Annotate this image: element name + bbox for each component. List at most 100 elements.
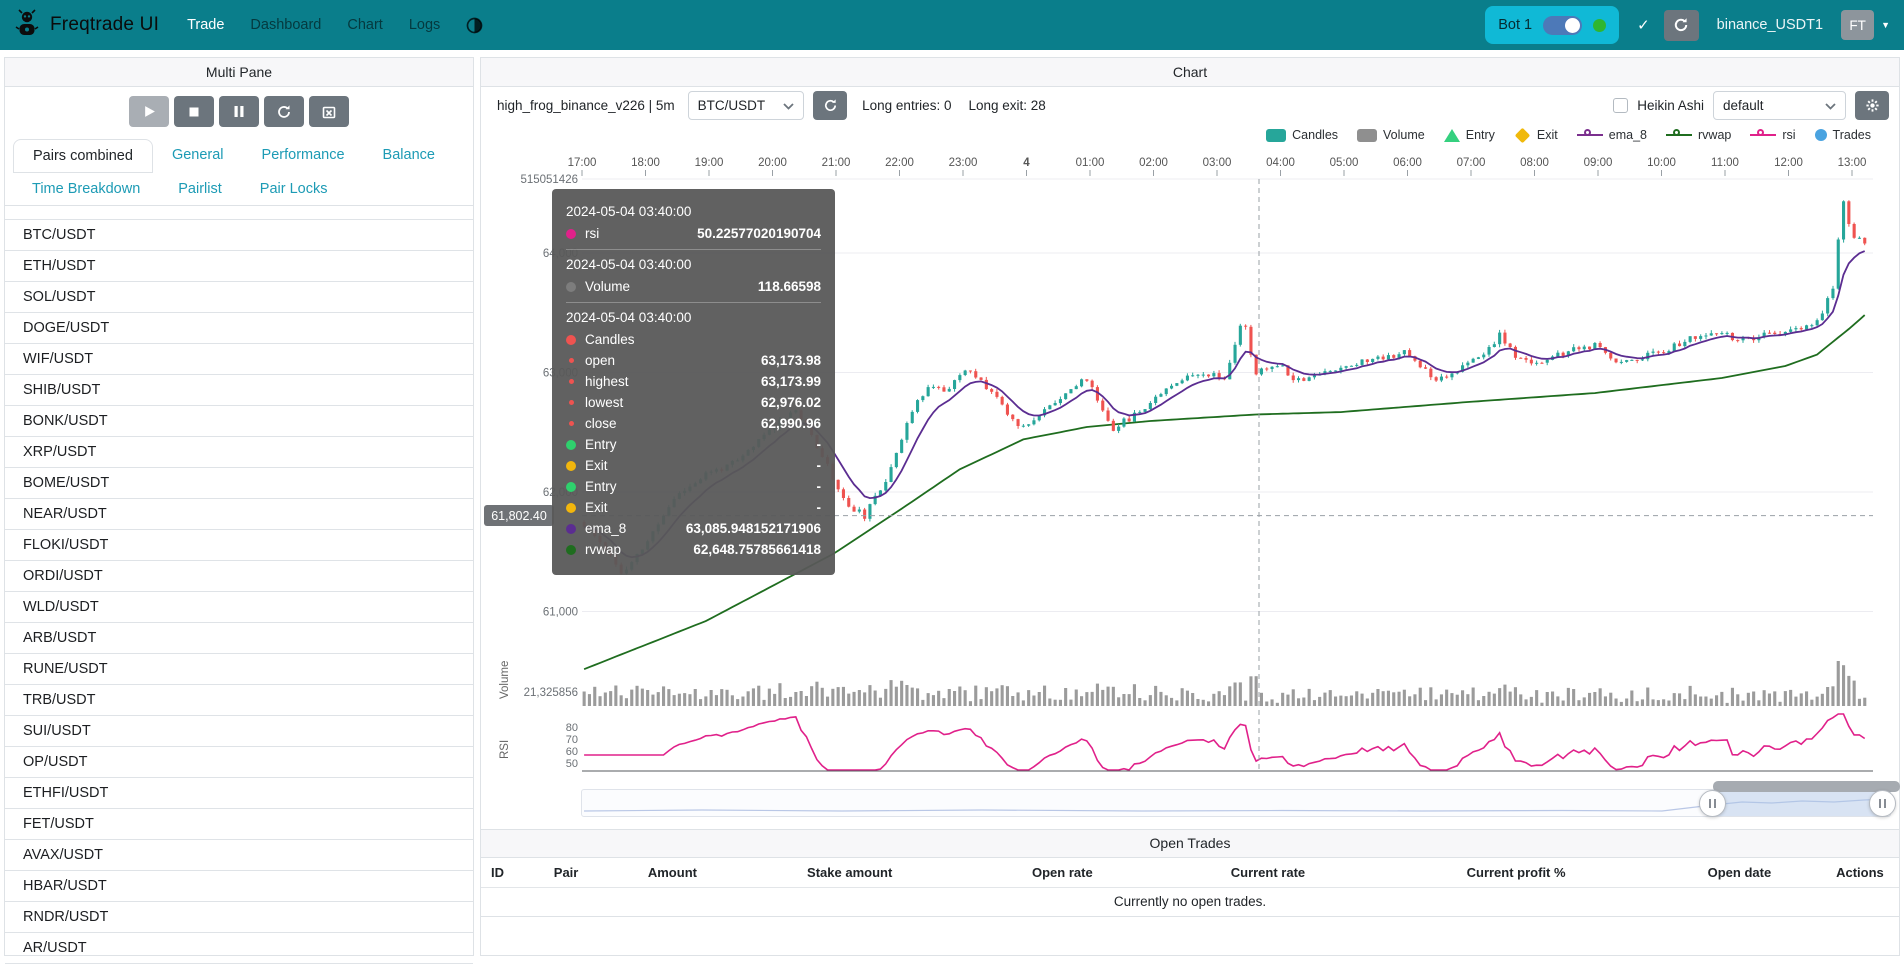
legend-item-ema_8[interactable]: ema_8 — [1577, 128, 1647, 142]
column-header-actions: Actions — [1821, 865, 1899, 880]
datazoom-right-handle[interactable] — [1869, 790, 1896, 817]
pair-list-item[interactable]: ARB/USDT — [5, 623, 473, 654]
multi-pane-panel: Multi Pane Pairs combinedGeneralPerforma… — [4, 57, 474, 956]
pair-select[interactable]: BTC/USDT — [688, 91, 805, 120]
open-trades-column-headers: IDPairAmountStake amountOpen rateCurrent… — [481, 858, 1899, 888]
pair-list-item[interactable]: RUNE/USDT — [5, 654, 473, 685]
tab-performance[interactable]: Performance — [243, 139, 364, 173]
open-trades-title: Open Trades — [481, 830, 1899, 858]
pair-list-item[interactable]: ORDI/USDT — [5, 561, 473, 592]
svg-text:02:00: 02:00 — [1139, 157, 1168, 169]
svg-text:515051426: 515051426 — [520, 174, 578, 186]
tab-general[interactable]: General — [153, 139, 243, 173]
tab-pairlist[interactable]: Pairlist — [159, 173, 241, 205]
pair-list-item[interactable]: FLOKI/USDT — [5, 530, 473, 561]
chevron-down-icon[interactable]: ▼ — [1881, 20, 1890, 30]
pair-list-item[interactable]: XRP/USDT — [5, 437, 473, 468]
svg-text:04:00: 04:00 — [1266, 157, 1295, 169]
pair-list-item[interactable]: WLD/USDT — [5, 592, 473, 623]
legend-label: Trades — [1833, 128, 1871, 142]
series-color-dot — [566, 482, 576, 492]
multi-pane-title: Multi Pane — [5, 58, 473, 87]
plot-settings-gear-button[interactable] — [1855, 91, 1889, 120]
tooltip-row-volume: Volume118.66598 — [566, 276, 821, 297]
nav-link-logs[interactable]: Logs — [409, 17, 440, 33]
strategy-timeframe-label: high_frog_binance_v226 | 5m — [497, 98, 675, 113]
legend-item-volume[interactable]: Volume — [1357, 128, 1425, 142]
pair-list-item[interactable]: HBAR/USDT — [5, 871, 473, 902]
theme-toggle-icon[interactable] — [466, 17, 483, 34]
heikin-ashi-checkbox[interactable] — [1613, 98, 1628, 113]
plot-config-select[interactable]: default — [1713, 91, 1846, 120]
start-bot-button[interactable] — [129, 96, 169, 127]
pair-list-item[interactable]: AVAX/USDT — [5, 840, 473, 871]
chevron-down-icon — [1825, 98, 1836, 113]
legend-item-candles[interactable]: Candles — [1266, 128, 1338, 142]
cancel-open-orders-button[interactable] — [309, 96, 349, 127]
pair-list-item[interactable]: BTC/USDT — [5, 220, 473, 251]
chevron-down-icon — [783, 98, 794, 113]
current-price-badge: 61,802.40 — [484, 505, 554, 526]
tooltip-timestamp: 2024-05-04 03:40:00 — [566, 204, 821, 219]
svg-text:22:00: 22:00 — [885, 157, 914, 169]
datazoom-slider[interactable] — [581, 789, 1891, 817]
pair-list-item[interactable]: NEAR/USDT — [5, 499, 473, 530]
bot-running-toggle[interactable] — [1543, 16, 1582, 35]
multi-pane-tabs: Pairs combinedGeneralPerformanceBalance T… — [5, 131, 473, 206]
datazoom-selected-window[interactable] — [1713, 790, 1883, 816]
chart-panel-title: Chart — [481, 58, 1899, 87]
legend-item-rsi[interactable]: rsi — [1750, 128, 1795, 142]
column-header-current-rate: Current rate — [1162, 865, 1375, 880]
nav-link-chart[interactable]: Chart — [347, 17, 382, 33]
volume-legend-swatch — [1357, 129, 1377, 142]
svg-text:4: 4 — [1023, 157, 1030, 169]
tab-balance[interactable]: Balance — [364, 139, 454, 173]
legend-item-exit[interactable]: Exit — [1514, 128, 1558, 142]
pair-list-item[interactable]: SUI/USDT — [5, 716, 473, 747]
pair-list-item[interactable]: DOGE/USDT — [5, 313, 473, 344]
pair-list-item[interactable]: WIF/USDT — [5, 344, 473, 375]
pair-list-item[interactable]: SHIB/USDT — [5, 375, 473, 406]
pause-bot-button[interactable] — [219, 96, 259, 127]
datazoom-scroll-pill[interactable] — [1713, 781, 1900, 792]
pair-list-item[interactable]: SOL/USDT — [5, 282, 473, 313]
pair-list-item[interactable]: RNDR/USDT — [5, 902, 473, 933]
svg-text:05:00: 05:00 — [1330, 157, 1359, 169]
bot-selector[interactable]: Bot 1 — [1485, 6, 1619, 44]
legend-item-rvwap[interactable]: rvwap — [1666, 128, 1731, 142]
stop-bot-button[interactable] — [174, 96, 214, 127]
svg-text:08:00: 08:00 — [1520, 157, 1549, 169]
tab-time-breakdown[interactable]: Time Breakdown — [13, 173, 159, 205]
pair-list-item[interactable]: AR/USDT — [5, 933, 473, 964]
pair-list-item[interactable]: BOME/USDT — [5, 468, 473, 499]
pair-list-item[interactable]: ETHFI/USDT — [5, 778, 473, 809]
svg-text:80: 80 — [566, 722, 578, 734]
svg-text:09:00: 09:00 — [1584, 157, 1613, 169]
nav-link-trade[interactable]: Trade — [187, 17, 224, 33]
series-color-dot — [569, 400, 574, 405]
long-exit-count: Long exit: 28 — [968, 98, 1045, 113]
candlestick-chart[interactable]: 51505142664,00063,00062,00061,00017:0018… — [481, 147, 1899, 781]
svg-text:60: 60 — [566, 746, 578, 758]
pair-list-item[interactable]: ETH/USDT — [5, 251, 473, 282]
tab-pairs-combined[interactable]: Pairs combined — [13, 139, 153, 173]
brand[interactable]: Freqtrade UI — [14, 9, 159, 42]
pair-list-item[interactable]: FET/USDT — [5, 809, 473, 840]
svg-text:17:00: 17:00 — [568, 157, 597, 169]
tooltip-timestamp: 2024-05-04 03:40:00 — [566, 257, 821, 272]
refresh-all-button[interactable] — [1664, 10, 1699, 41]
reload-config-button[interactable] — [264, 96, 304, 127]
legend-item-entry[interactable]: Entry — [1444, 128, 1495, 142]
legend-item-trades[interactable]: Trades — [1815, 128, 1871, 142]
tooltip-section: 2024-05-04 03:40:00rsi50.22577020190704 — [566, 197, 821, 249]
pair-list-item[interactable]: OP/USDT — [5, 747, 473, 778]
nav-link-dashboard[interactable]: Dashboard — [250, 17, 321, 33]
refresh-chart-button[interactable] — [813, 91, 847, 120]
tooltip-row-exit: Exit- — [566, 455, 821, 476]
pair-list-item[interactable]: TRB/USDT — [5, 685, 473, 716]
pair-list-item[interactable]: BONK/USDT — [5, 406, 473, 437]
user-avatar[interactable]: FT — [1841, 10, 1874, 40]
series-color-dot — [566, 229, 576, 239]
tab-pair-locks[interactable]: Pair Locks — [241, 173, 347, 205]
column-header-pair: Pair — [524, 865, 609, 880]
